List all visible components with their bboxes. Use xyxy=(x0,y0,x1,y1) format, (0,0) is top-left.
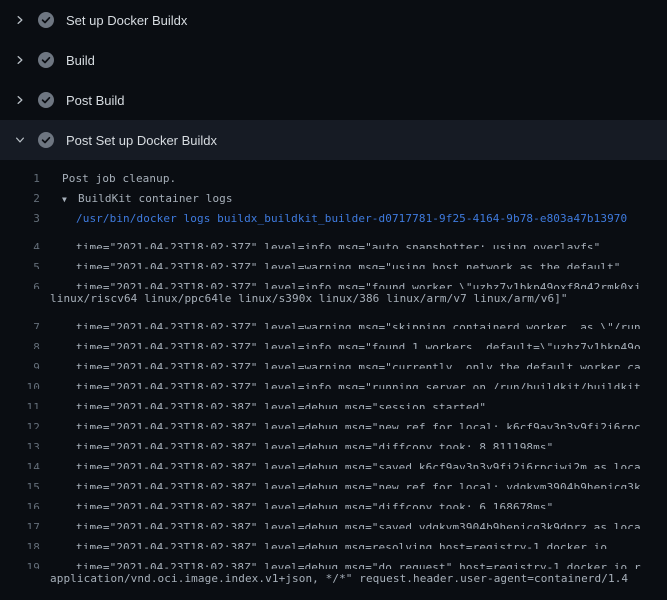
line-number[interactable]: 11 xyxy=(0,398,40,409)
log-row: application/vnd.oci.image.index.v1+json,… xyxy=(0,569,667,589)
line-number[interactable]: 7 xyxy=(0,318,40,329)
line-number[interactable]: 8 xyxy=(0,338,40,349)
log-row: 7 time="2021-04-23T18:02:37Z" level=warn… xyxy=(0,309,667,329)
log-row: 18 time="2021-04-23T18:02:38Z" level=deb… xyxy=(0,529,667,549)
log-row: 2 ▼BuildKit container logs xyxy=(0,189,667,209)
check-circle-icon xyxy=(38,132,54,148)
log-text: time="2021-04-23T18:02:38Z" level=debug … xyxy=(76,458,641,469)
log-row: 11 time="2021-04-23T18:02:38Z" level=deb… xyxy=(0,389,667,409)
workflow-steps-list: Set up Docker Buildx Build Post Build Po… xyxy=(0,0,667,160)
line-number[interactable]: 16 xyxy=(0,498,40,509)
log-row: 9 time="2021-04-23T18:02:37Z" level=warn… xyxy=(0,349,667,369)
log-text: application/vnd.oci.image.index.v1+json,… xyxy=(50,569,628,589)
line-number[interactable]: 4 xyxy=(0,238,40,249)
check-circle-icon xyxy=(38,12,54,28)
log-row: 6 time="2021-04-23T18:02:37Z" level=info… xyxy=(0,269,667,289)
log-group-label: BuildKit container logs xyxy=(78,192,233,205)
log-text: linux/riscv64 linux/ppc64le linux/s390x … xyxy=(50,289,568,309)
log-group-collapse-icon[interactable]: ▼ xyxy=(62,190,78,209)
log-text: time="2021-04-23T18:02:38Z" level=debug … xyxy=(76,398,486,409)
line-number[interactable] xyxy=(0,289,40,309)
line-number[interactable]: 6 xyxy=(0,278,40,289)
step-row-post-build[interactable]: Post Build xyxy=(0,80,667,120)
log-text: time="2021-04-23T18:02:38Z" level=debug … xyxy=(76,478,641,489)
line-number[interactable]: 18 xyxy=(0,538,40,549)
log-text: time="2021-04-23T18:02:37Z" level=info m… xyxy=(76,278,641,289)
step-label: Post Set up Docker Buildx xyxy=(66,133,217,148)
step-label: Set up Docker Buildx xyxy=(66,13,187,28)
log-text: time="2021-04-23T18:02:37Z" level=info m… xyxy=(76,338,641,349)
log-text: time="2021-04-23T18:02:38Z" level=debug … xyxy=(76,438,553,449)
line-number[interactable]: 13 xyxy=(0,438,40,449)
log-text: Post job cleanup. xyxy=(62,169,176,189)
log-row: 3 /usr/bin/docker logs buildx_buildkit_b… xyxy=(0,209,667,229)
line-number[interactable]: 5 xyxy=(0,258,40,269)
log-text: time="2021-04-23T18:02:38Z" level=debug … xyxy=(76,418,641,429)
chevron-right-icon[interactable] xyxy=(12,52,28,68)
log-text: time="2021-04-23T18:02:37Z" level=info m… xyxy=(76,238,600,249)
line-number[interactable]: 9 xyxy=(0,358,40,369)
log-row: linux/riscv64 linux/ppc64le linux/s390x … xyxy=(0,289,667,309)
log-text: time="2021-04-23T18:02:38Z" level=debug … xyxy=(76,498,553,509)
check-circle-icon xyxy=(38,52,54,68)
log-row: 12 time="2021-04-23T18:02:38Z" level=deb… xyxy=(0,409,667,429)
step-row-set-up-docker-buildx[interactable]: Set up Docker Buildx xyxy=(0,0,667,40)
log-text: time="2021-04-23T18:02:37Z" level=warnin… xyxy=(76,358,641,369)
step-row-post-set-up-docker-buildx[interactable]: Post Set up Docker Buildx xyxy=(0,120,667,160)
log-row: 20 time="2021-04-23T18:02:38Z" level=deb… xyxy=(0,589,667,600)
log-text: time="2021-04-23T18:02:37Z" level=warnin… xyxy=(76,318,641,329)
log-text: time="2021-04-23T18:02:38Z" level=debug … xyxy=(76,518,641,529)
log-row: 1 Post job cleanup. xyxy=(0,169,667,189)
log-row: 19 time="2021-04-23T18:02:38Z" level=deb… xyxy=(0,549,667,569)
log-text: time="2021-04-23T18:02:37Z" level=warnin… xyxy=(76,258,621,269)
step-label: Build xyxy=(66,53,95,68)
log-row: 13 time="2021-04-23T18:02:38Z" level=deb… xyxy=(0,429,667,449)
line-number[interactable]: 15 xyxy=(0,478,40,489)
log-viewer: 1 Post job cleanup. 2 ▼BuildKit containe… xyxy=(0,160,667,600)
log-text: time="2021-04-23T18:02:37Z" level=info m… xyxy=(76,378,641,389)
step-row-build[interactable]: Build xyxy=(0,40,667,80)
log-text: ▼BuildKit container logs xyxy=(62,189,233,209)
line-number[interactable]: 14 xyxy=(0,458,40,469)
log-row: 14 time="2021-04-23T18:02:38Z" level=deb… xyxy=(0,449,667,469)
check-circle-icon xyxy=(38,92,54,108)
log-row: 4 time="2021-04-23T18:02:37Z" level=info… xyxy=(0,229,667,249)
line-number[interactable]: 2 xyxy=(0,189,40,209)
line-number[interactable]: 17 xyxy=(0,518,40,529)
line-number[interactable]: 1 xyxy=(0,169,40,189)
line-number[interactable]: 19 xyxy=(0,558,40,569)
log-row: 5 time="2021-04-23T18:02:37Z" level=warn… xyxy=(0,249,667,269)
log-row: 10 time="2021-04-23T18:02:37Z" level=inf… xyxy=(0,369,667,389)
line-number[interactable] xyxy=(0,569,40,589)
chevron-right-icon[interactable] xyxy=(12,12,28,28)
log-command-text: /usr/bin/docker logs buildx_buildkit_bui… xyxy=(76,209,627,229)
log-row: 8 time="2021-04-23T18:02:37Z" level=info… xyxy=(0,329,667,349)
log-text: time="2021-04-23T18:02:38Z" level=debug … xyxy=(76,538,607,549)
line-number[interactable]: 10 xyxy=(0,378,40,389)
chevron-down-icon[interactable] xyxy=(12,132,28,148)
line-number[interactable]: 3 xyxy=(0,209,40,229)
chevron-right-icon[interactable] xyxy=(12,92,28,108)
log-row: 17 time="2021-04-23T18:02:38Z" level=deb… xyxy=(0,509,667,529)
line-number[interactable]: 12 xyxy=(0,418,40,429)
step-label: Post Build xyxy=(66,93,125,108)
log-row: 16 time="2021-04-23T18:02:38Z" level=deb… xyxy=(0,489,667,509)
log-text: time="2021-04-23T18:02:38Z" level=debug … xyxy=(76,558,641,569)
log-row: 15 time="2021-04-23T18:02:38Z" level=deb… xyxy=(0,469,667,489)
